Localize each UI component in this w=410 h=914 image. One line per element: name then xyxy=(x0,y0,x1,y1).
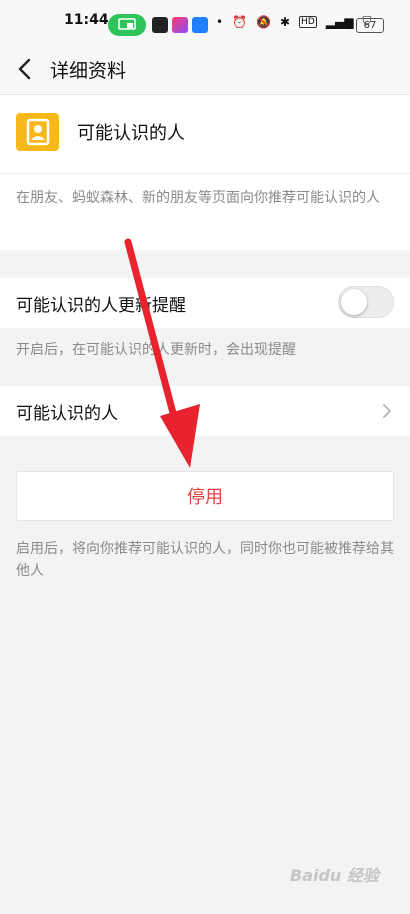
disable-hint: 启用后，将向你推荐可能认识的人，同时你也可能被推荐给其他人 xyxy=(16,541,394,579)
hd-icon: HD xyxy=(299,15,317,28)
cast-icon xyxy=(108,14,146,36)
app-icon xyxy=(152,17,168,33)
bluetooth-icon: ✱ xyxy=(279,14,291,29)
signal-icon: ▂▄▆ xyxy=(325,14,354,29)
feature-description: 在朋友、蚂蚁森林、新的朋友等页面向你推荐可能认识的人 xyxy=(16,190,380,206)
baidu-watermark: Baidu 经验 xyxy=(290,866,379,885)
chevron-right-icon xyxy=(382,403,392,419)
status-icons: • ⏰ 🔕 ✱ HD ▂▄▆ ⛉ xyxy=(216,14,371,29)
nav-bar: 详细资料 xyxy=(0,44,410,95)
disable-button[interactable]: 停用 xyxy=(16,471,394,521)
divider xyxy=(0,173,410,174)
status-bar: 11:44 • ⏰ 🔕 ✱ HD ▂▄▆ ⛉ 67 xyxy=(0,0,410,44)
update-reminder-toggle[interactable] xyxy=(338,286,394,318)
profile-card: 可能认识的人 在朋友、蚂蚁森林、新的朋友等页面向你推荐可能认识的人 xyxy=(0,95,410,250)
app-icon xyxy=(192,17,208,33)
people-you-may-know-label: 可能认识的人 xyxy=(16,404,118,424)
app-icon xyxy=(172,17,188,33)
battery-level: 67 xyxy=(363,20,377,31)
update-reminder-hint: 开启后，在可能认识的人更新时，会出现提醒 xyxy=(16,342,296,358)
update-reminder-row: 可能认识的人更新提醒 xyxy=(0,278,410,328)
status-time: 11:44 xyxy=(64,12,109,28)
toggle-knob xyxy=(341,289,367,315)
back-arrow-icon[interactable] xyxy=(14,56,38,82)
alarm-icon: ⏰ xyxy=(232,14,248,29)
contacts-card-icon xyxy=(16,113,59,151)
mute-icon: 🔕 xyxy=(256,14,271,29)
page-title: 详细资料 xyxy=(50,60,127,82)
feature-title: 可能认识的人 xyxy=(77,123,185,144)
people-you-may-know-row[interactable]: 可能认识的人 xyxy=(0,386,410,436)
dot-icon: • xyxy=(216,14,224,29)
update-reminder-label: 可能认识的人更新提醒 xyxy=(16,296,186,316)
battery-icon: 67 xyxy=(356,18,384,33)
